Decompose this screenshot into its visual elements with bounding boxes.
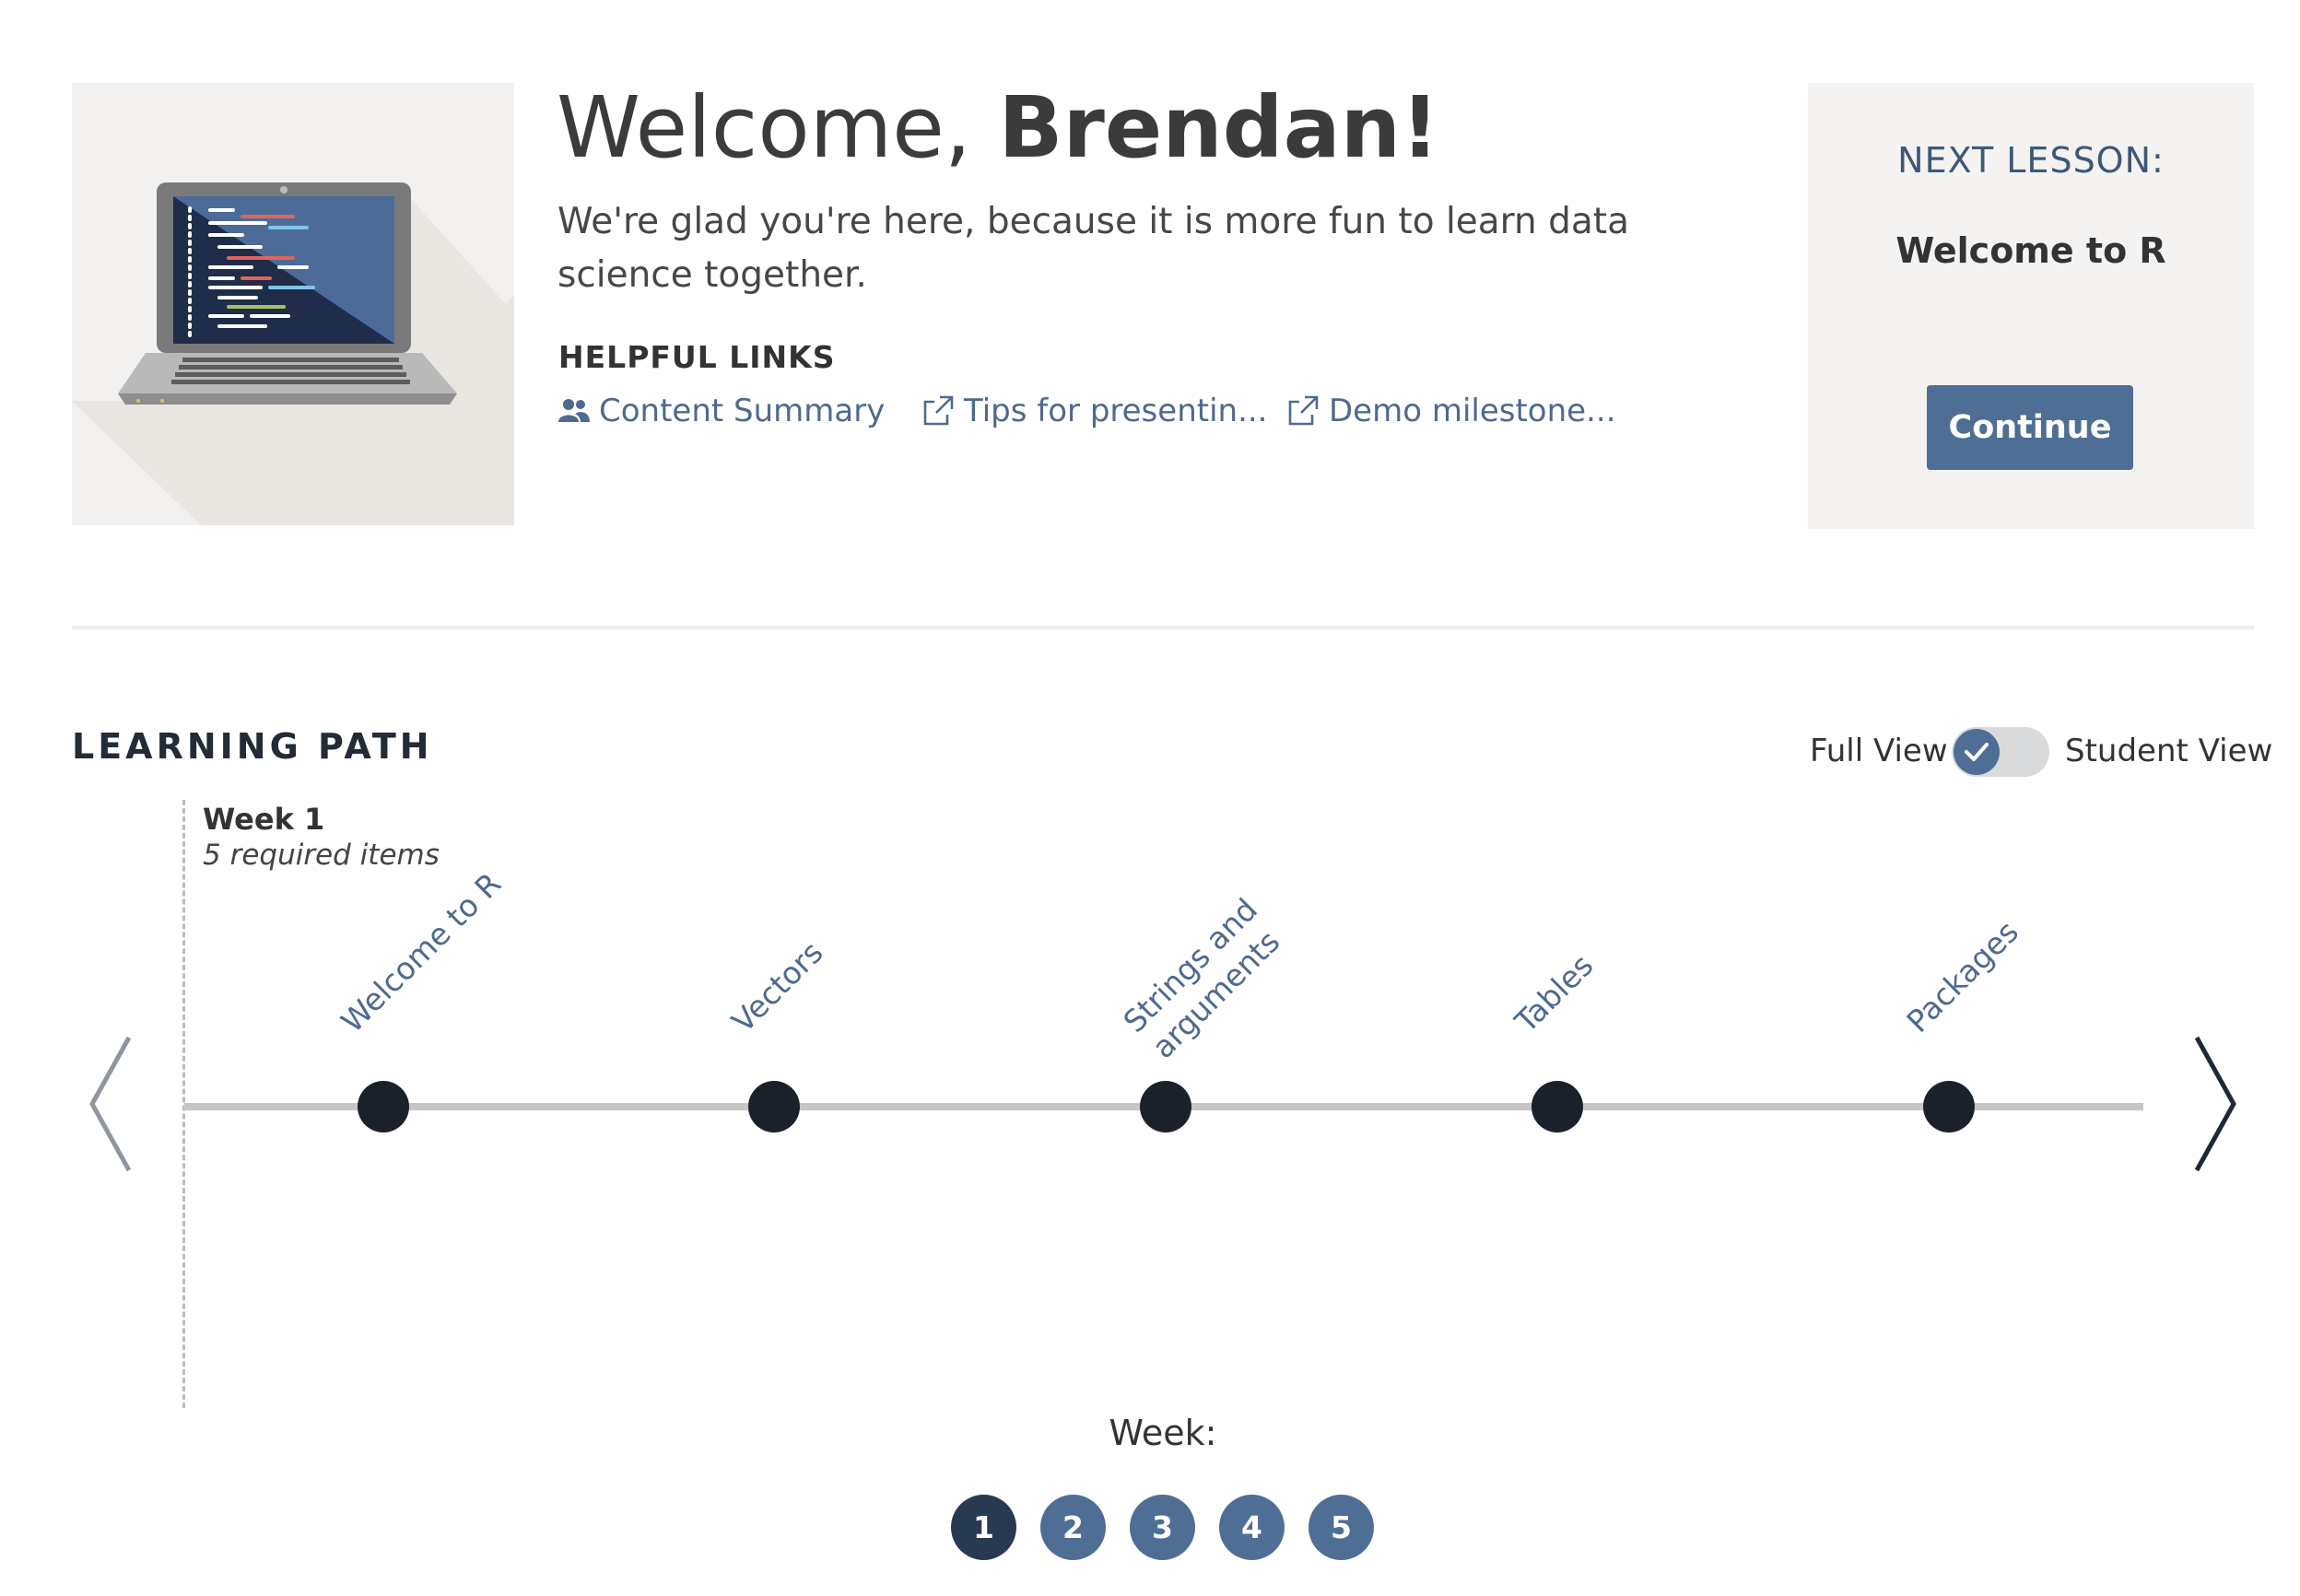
welcome-subtitle: We're glad you're here, because it is mo… xyxy=(557,201,1629,296)
page-title: Welcome, Brendan! xyxy=(557,81,1439,174)
lesson-node-welcome-to-r[interactable] xyxy=(358,1081,409,1132)
external-link-icon xyxy=(923,395,954,426)
continue-button[interactable]: Continue xyxy=(1927,385,2133,470)
lesson-label-tables[interactable]: Tables xyxy=(1508,947,1600,1039)
greeting-text: Welcome, xyxy=(557,78,999,177)
week-title: Week 1 xyxy=(203,802,325,837)
week-button-1[interactable]: 1 xyxy=(951,1495,1016,1560)
lesson-node-strings-and-arguments[interactable] xyxy=(1140,1081,1191,1132)
link-label: Content Summary xyxy=(599,393,886,429)
link-label: Demo milestone... xyxy=(1329,393,1616,429)
week-button-2[interactable]: 2 xyxy=(1040,1495,1106,1560)
full-view-label: Full View xyxy=(1810,733,1948,769)
chevron-right-icon[interactable] xyxy=(2189,1034,2241,1174)
lesson-label-packages[interactable]: Packages xyxy=(1899,914,2024,1039)
people-icon xyxy=(558,399,590,422)
lesson-label-vectors[interactable]: Vectors xyxy=(724,934,829,1039)
external-link-icon xyxy=(1288,395,1319,426)
next-lesson-panel: NEXT LESSON: Welcome to R Continue xyxy=(1808,83,2254,529)
toggle-knob xyxy=(1954,729,2000,775)
link-demo-milestone[interactable]: Demo milestone... xyxy=(1286,393,1616,429)
link-content-summary[interactable]: Content Summary xyxy=(558,393,885,429)
chevron-left-icon[interactable] xyxy=(85,1034,136,1174)
week-pagination: 1 2 3 4 5 xyxy=(951,1495,1374,1560)
week-button-3[interactable]: 3 xyxy=(1130,1495,1195,1560)
lesson-label-welcome-to-r[interactable]: Welcome to R xyxy=(334,865,508,1039)
laptop-icon xyxy=(72,182,514,525)
learning-path-heading: LEARNING PATH xyxy=(72,726,433,767)
week-button-5[interactable]: 5 xyxy=(1308,1495,1374,1560)
week-nav-label: Week: xyxy=(1109,1413,1217,1453)
view-toggle-switch[interactable] xyxy=(1952,727,2049,777)
link-tips-presenting[interactable]: Tips for presentin... xyxy=(921,393,1268,429)
check-icon xyxy=(1965,743,1989,761)
next-lesson-label: NEXT LESSON: xyxy=(1897,140,2165,181)
link-label: Tips for presentin... xyxy=(964,393,1268,429)
week-required-count: 5 required items xyxy=(203,839,440,872)
lesson-node-vectors[interactable] xyxy=(748,1081,800,1132)
lesson-node-tables[interactable] xyxy=(1531,1081,1583,1132)
user-name: Brendan! xyxy=(998,78,1440,177)
week-button-4[interactable]: 4 xyxy=(1219,1495,1285,1560)
laptop-illustration xyxy=(72,83,514,525)
student-view-label: Student View xyxy=(2065,733,2273,769)
section-divider xyxy=(72,626,2254,629)
next-lesson-title: Welcome to R xyxy=(1895,230,2166,271)
lesson-node-packages[interactable] xyxy=(1923,1081,1975,1132)
helpful-links-heading: HELPFUL LINKS xyxy=(558,339,836,375)
